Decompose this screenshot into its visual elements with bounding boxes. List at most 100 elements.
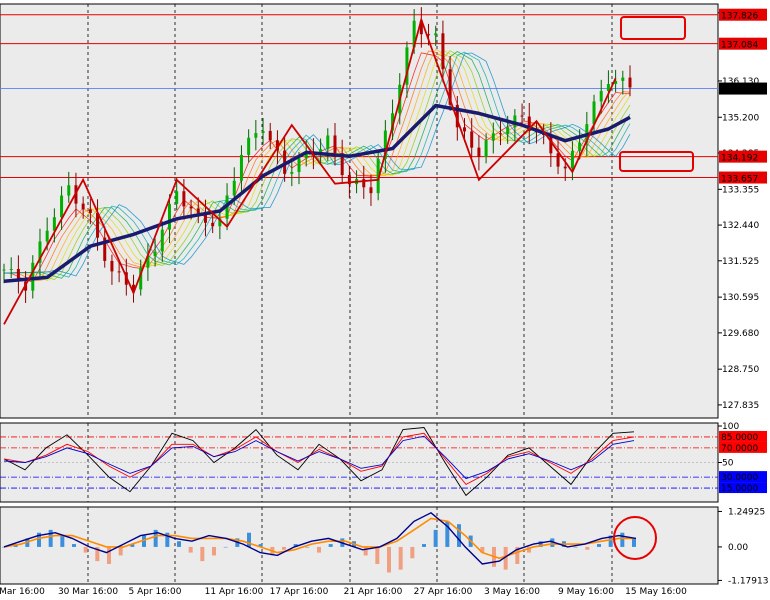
macd-histogram-bar <box>375 546 380 564</box>
candle-body <box>196 208 200 214</box>
x-tick-label: Mar 16:00 <box>0 587 45 597</box>
candle-body <box>153 251 157 257</box>
macd-histogram-bar <box>107 546 111 564</box>
candle-body <box>160 229 164 252</box>
trading-chart[interactable]: Mar 16:00 30 Mar 16:00 5 Apr 16:00 11 Apr 1… <box>0 0 770 600</box>
osc-tick-label: 50 <box>722 459 734 469</box>
candle-body <box>110 260 114 272</box>
macd-histogram-bar <box>60 535 65 547</box>
x-tick-label: 5 Apr 16:00 <box>129 587 182 597</box>
macd-histogram-bar <box>410 546 415 559</box>
macd-tick-label: -1.17913 <box>728 576 768 586</box>
oscillator-panel <box>0 422 719 503</box>
macd-histogram-bar <box>83 546 88 553</box>
macd-histogram-bar <box>387 546 391 573</box>
x-tick-label: 9 May 16:00 <box>558 587 614 597</box>
x-tick-label: 3 May 16:00 <box>484 587 540 597</box>
macd-histogram-bar <box>118 546 123 556</box>
x-tick-label: 27 Apr 16:00 <box>414 587 473 597</box>
macd-histogram-bar <box>48 529 53 547</box>
x-tick-label: 30 Mar 16:00 <box>58 587 118 597</box>
candle-body <box>60 195 64 218</box>
macd-histogram-bar <box>457 524 461 547</box>
candle-body <box>268 130 272 141</box>
osc-level-label: 15.0000 <box>721 484 758 494</box>
macd-histogram-bar <box>305 546 310 548</box>
candle-body <box>9 268 13 270</box>
y-tick-label: 133.355 <box>722 185 759 195</box>
x-tick-label: 17 Apr 16:00 <box>270 587 329 597</box>
candle-body <box>621 77 625 81</box>
candle-body <box>628 77 632 88</box>
level-price-label: 133.657 <box>721 175 758 185</box>
candle-body <box>491 133 495 141</box>
macd-histogram-bar <box>585 546 590 550</box>
candle-body <box>254 133 258 138</box>
current-price-label: 135.935 <box>721 86 758 96</box>
x-tick-label: 21 Apr 16:00 <box>344 587 403 597</box>
y-tick-label: 135.200 <box>722 113 759 123</box>
candle-body <box>67 185 71 196</box>
macd-tick-label: 1.24925 <box>728 507 765 517</box>
y-tick-label: 129.680 <box>722 329 759 339</box>
y-tick-label: 127.835 <box>722 401 759 411</box>
candle-body <box>520 115 524 117</box>
candle-body <box>326 135 330 150</box>
candle-body <box>470 131 474 148</box>
macd-histogram-bar <box>328 544 333 547</box>
candle-body <box>506 127 510 135</box>
candle-body <box>2 269 6 271</box>
candle-body <box>333 135 337 154</box>
candle-body <box>81 203 85 210</box>
candle-body <box>498 133 502 135</box>
candle-body <box>31 262 35 291</box>
osc-level-label: 85.0000 <box>721 433 758 443</box>
candle-body <box>211 222 215 227</box>
candle-body <box>441 33 445 70</box>
macd-histogram-bar <box>282 546 286 550</box>
candle-body <box>117 271 121 273</box>
candle-body <box>182 191 186 207</box>
candle-body <box>477 147 481 157</box>
candle-body <box>239 154 243 181</box>
level-price-label: 137.826 <box>721 12 758 22</box>
candle-body <box>247 137 251 155</box>
candle-body <box>599 90 603 102</box>
macd-histogram-bar <box>200 546 205 562</box>
macd-histogram-bar <box>573 546 578 548</box>
candle-body <box>167 203 171 230</box>
candle-body <box>189 206 193 209</box>
price-panel <box>0 3 719 419</box>
chart-window: Mar 16:00 30 Mar 16:00 5 Apr 16:00 11 Apr 1… <box>0 0 770 600</box>
x-tick-label: 11 Apr 16:00 <box>205 587 264 597</box>
macd-histogram-bar <box>317 546 321 553</box>
x-tick-label: 15 May 16:00 <box>625 587 687 597</box>
candle-body <box>556 153 560 167</box>
macd-histogram-bar <box>597 544 601 547</box>
macd-histogram-bar <box>433 529 438 547</box>
y-tick-label: 132.440 <box>722 221 759 231</box>
y-tick-label: 130.595 <box>722 293 759 303</box>
macd-histogram-bar <box>620 532 625 547</box>
level-price-label: 134.192 <box>721 154 758 164</box>
candle-body <box>578 142 582 151</box>
level-price-label: 137.084 <box>721 41 758 51</box>
candle-body <box>175 191 179 204</box>
candle-body <box>232 180 236 196</box>
y-tick-label: 128.750 <box>722 365 759 375</box>
macd-histogram-bar <box>398 546 403 570</box>
macd-histogram-bar <box>247 532 251 547</box>
candle-body <box>484 140 488 157</box>
macd-histogram-bar <box>223 546 228 548</box>
osc-tick-label: 100 <box>722 422 739 432</box>
candle-body <box>88 209 92 213</box>
macd-histogram-bar <box>632 538 636 547</box>
candle-body <box>570 150 574 169</box>
macd-histogram-bar <box>422 544 426 547</box>
candle-body <box>463 127 467 132</box>
candle-body <box>434 33 438 36</box>
candle-body <box>261 130 265 134</box>
osc-level-label: 30.0000 <box>721 473 758 483</box>
candle-body <box>290 171 294 174</box>
macd-histogram-bar <box>188 546 193 553</box>
